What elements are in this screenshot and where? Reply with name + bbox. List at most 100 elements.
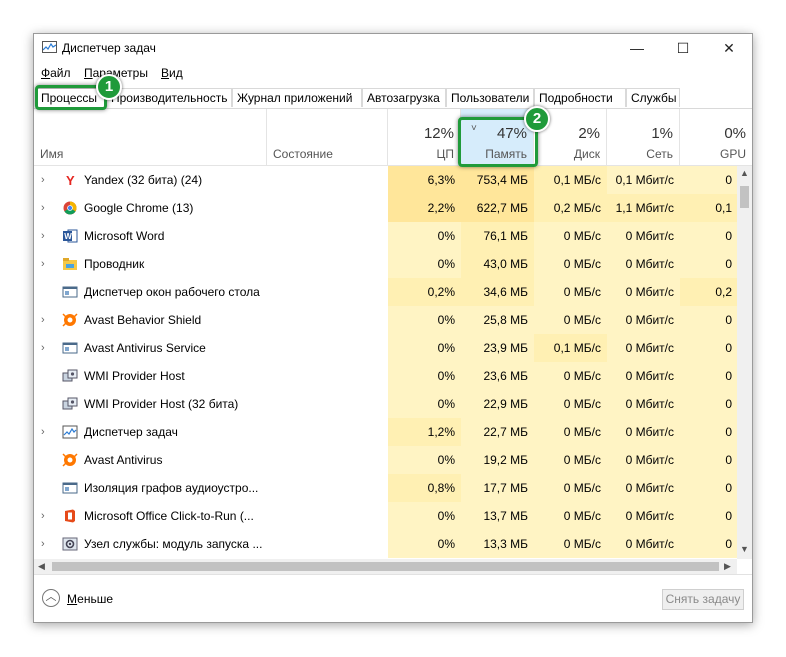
tab-app-history[interactable]: Журнал приложений: [232, 88, 362, 107]
expand-chevron-icon[interactable]: ›: [41, 194, 45, 222]
expand-chevron-icon[interactable]: ›: [41, 222, 45, 250]
memory-cell: 753,4 МБ: [461, 166, 534, 194]
vertical-scrollbar[interactable]: ▲ ▼: [737, 166, 752, 559]
process-row[interactable]: › Google Chrome (13) 2,2% 622,7 МБ 0,2 МБ/с 1…: [34, 194, 738, 222]
disk-cell: 0 МБ/с: [534, 278, 607, 306]
process-row[interactable]: WMI Provider Host 0% 23,6 МБ 0 МБ/с 0 Мбит/с…: [34, 362, 738, 390]
expand-chevron-icon[interactable]: ›: [41, 530, 45, 558]
process-row[interactable]: › W Microsoft Word 0% 76,1 МБ 0 МБ/с 0 Мбит/с 0: [34, 222, 738, 250]
header-network[interactable]: 1% Сеть: [607, 109, 680, 165]
expand-chevron-icon[interactable]: ›: [41, 166, 45, 194]
header-network-label: Сеть: [646, 147, 673, 161]
network-cell: 0 Мбит/с: [607, 474, 680, 502]
memory-cell: 25,8 МБ: [461, 306, 534, 334]
cpu-cell: 0,8%: [388, 474, 461, 502]
cpu-cell: 0%: [388, 306, 461, 334]
header-gpu[interactable]: 0% GPU: [680, 109, 752, 165]
disk-cell: 0 МБ/с: [534, 502, 607, 530]
network-cell: 0 Мбит/с: [607, 306, 680, 334]
gpu-cell: 0: [680, 334, 738, 362]
network-cell: 0 Мбит/с: [607, 334, 680, 362]
process-row[interactable]: Изоляция графов аудиоустро... 0,8% 17,7 МБ…: [34, 474, 738, 502]
tab-performance[interactable]: Производительность: [106, 88, 232, 107]
tab-services[interactable]: Службы: [626, 88, 680, 107]
vertical-scroll-thumb[interactable]: [740, 186, 749, 208]
gpu-cell: 0: [680, 306, 738, 334]
horizontal-scroll-thumb[interactable]: [52, 562, 719, 571]
process-row[interactable]: › Microsoft Office Click-to-Run (... 0% 13,…: [34, 502, 738, 530]
process-row[interactable]: WMI Provider Host (32 бита) 0% 22,9 МБ 0 МБ…: [34, 390, 738, 418]
tab-details[interactable]: Подробности: [534, 88, 626, 107]
collapse-icon[interactable]: ︿: [42, 589, 60, 607]
gpu-cell: 0: [680, 362, 738, 390]
memory-cell: 22,9 МБ: [461, 390, 534, 418]
scroll-left-icon[interactable]: ◀: [38, 561, 45, 572]
disk-cell: 0 МБ/с: [534, 474, 607, 502]
cpu-cell: 0%: [388, 250, 461, 278]
process-row[interactable]: › Y Yandex (32 бита) (24) 6,3% 753,4 МБ 0,1 М…: [34, 166, 738, 194]
process-row[interactable]: Диспетчер окон рабочего стола 0,2% 34,6 МБ…: [34, 278, 738, 306]
process-name: Изоляция графов аудиоустро...: [84, 481, 259, 495]
task-manager-window: Диспетчер задач — ☐ ✕ Файл Параметры Вид…: [33, 33, 753, 623]
disk-cell: 0 МБ/с: [534, 418, 607, 446]
tab-users[interactable]: Пользователи: [446, 88, 534, 107]
header-status-label: Состояние: [273, 147, 333, 161]
wmi-icon: [62, 397, 78, 411]
scroll-up-icon[interactable]: ▲: [740, 168, 749, 178]
memory-cell: 19,2 МБ: [461, 446, 534, 474]
maximize-button[interactable]: ☐: [660, 34, 706, 62]
expand-chevron-icon[interactable]: ›: [41, 418, 45, 446]
menu-view[interactable]: Вид: [161, 66, 183, 80]
explorer-icon: [62, 257, 78, 271]
expand-chevron-icon[interactable]: ›: [41, 502, 45, 530]
header-disk-pct: 2%: [578, 125, 600, 142]
cpu-cell: 2,2%: [388, 194, 461, 222]
tab-startup[interactable]: Автозагрузка: [362, 88, 446, 107]
window-icon: [62, 341, 78, 355]
expand-chevron-icon[interactable]: ›: [41, 250, 45, 278]
process-row[interactable]: › Avast Behavior Shield 0% 25,8 МБ 0 МБ/с 0 М…: [34, 306, 738, 334]
expand-chevron-icon[interactable]: ›: [41, 306, 45, 334]
header-name[interactable]: Имя: [34, 109, 267, 165]
yandex-icon: Y: [62, 173, 78, 188]
scroll-right-icon[interactable]: ▶: [724, 561, 731, 572]
header-status[interactable]: Состояние: [267, 109, 388, 165]
gpu-cell: 0: [680, 446, 738, 474]
network-cell: 0 Мбит/с: [607, 530, 680, 558]
disk-cell: 0 МБ/с: [534, 530, 607, 558]
less-details-link[interactable]: Меньше: [67, 592, 113, 606]
process-row[interactable]: › Диспетчер задач 1,2% 22,7 МБ 0 МБ/с 0 Мбит/…: [34, 418, 738, 446]
memory-cell: 17,7 МБ: [461, 474, 534, 502]
process-name: Microsoft Office Click-to-Run (...: [84, 509, 254, 523]
menu-file[interactable]: Файл: [41, 66, 71, 80]
process-row[interactable]: › Узел службы: модуль запуска ... 0% 13,3 М…: [34, 530, 738, 558]
network-cell: 0 Мбит/с: [607, 418, 680, 446]
cpu-cell: 0%: [388, 446, 461, 474]
process-row[interactable]: Avast Antivirus 0% 19,2 МБ 0 МБ/с 0 Мбит/с 0: [34, 446, 738, 474]
memory-cell: 13,3 МБ: [461, 530, 534, 558]
memory-cell: 13,7 МБ: [461, 502, 534, 530]
gpu-cell: 0,1: [680, 194, 738, 222]
process-name: Диспетчер окон рабочего стола: [84, 285, 260, 299]
window-title: Диспетчер задач: [62, 41, 156, 55]
service-icon: [62, 537, 78, 551]
scroll-down-icon[interactable]: ▼: [740, 544, 749, 554]
taskmgr-icon: [62, 425, 78, 439]
cpu-cell: 0%: [388, 222, 461, 250]
process-row[interactable]: › Avast Antivirus Service 0% 23,9 МБ 0,1 МБ/…: [34, 334, 738, 362]
header-cpu[interactable]: 12% ЦП: [388, 109, 461, 165]
process-row[interactable]: › Проводник 0% 43,0 МБ 0 МБ/с 0 Мбит/с 0: [34, 250, 738, 278]
chrome-icon: [62, 201, 78, 215]
memory-cell: 23,6 МБ: [461, 362, 534, 390]
end-task-button[interactable]: Снять задачу: [662, 589, 744, 610]
close-button[interactable]: ✕: [706, 34, 752, 62]
cpu-cell: 0,2%: [388, 278, 461, 306]
expand-chevron-icon[interactable]: ›: [41, 334, 45, 362]
minimize-button[interactable]: —: [614, 34, 660, 62]
horizontal-scrollbar[interactable]: ◀ ▶: [34, 559, 737, 574]
process-name: Диспетчер задач: [84, 425, 178, 439]
gpu-cell: 0: [680, 222, 738, 250]
network-cell: 0,1 Мбит/с: [607, 166, 680, 194]
gpu-cell: 0: [680, 530, 738, 558]
word-icon: W: [62, 229, 78, 243]
